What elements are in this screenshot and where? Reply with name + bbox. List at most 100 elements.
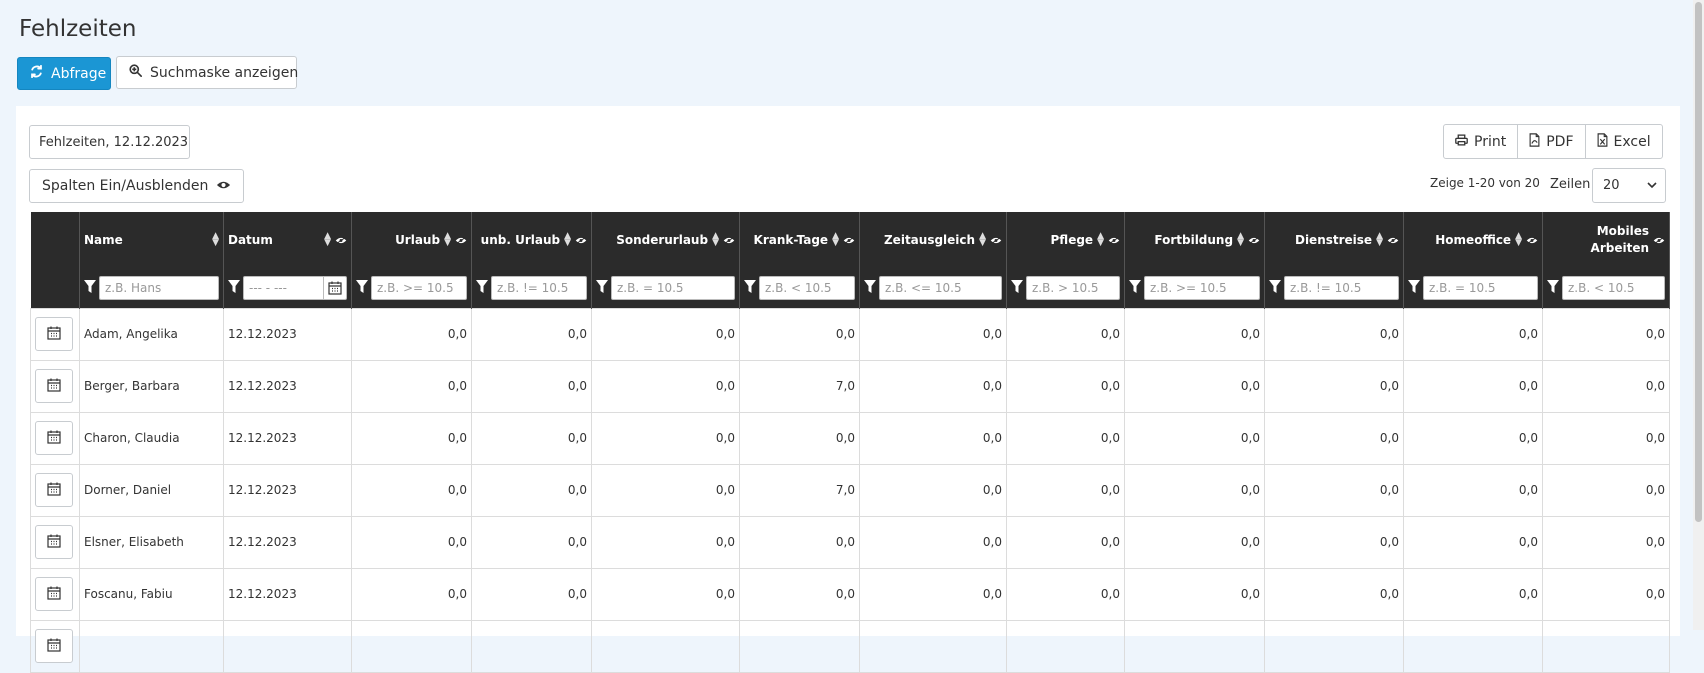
row-calendar-button[interactable] [35,525,73,559]
column-filter-input[interactable]: z.B. = 10.5 [611,275,735,300]
column-header[interactable]: Name ▲ ▼ [79,212,224,268]
column-filter-input[interactable]: z.B. > 10.5 [1026,275,1120,300]
column-header-label: Name [84,232,123,247]
value-cell: 0,0 [739,411,860,465]
value-cell: 0,0 [1542,515,1670,569]
column-header[interactable]: Fortbildung ▲ ▼ [1124,212,1265,268]
column-filter-input[interactable]: --- - --- [243,275,347,300]
column-filter-input[interactable]: z.B. != 10.5 [491,275,587,300]
column-header[interactable]: Dienstreise ▲ ▼ [1264,212,1404,268]
sort-icon[interactable]: ▲ ▼ [1237,232,1244,248]
column-filter-input[interactable]: z.B. >= 10.5 [371,275,467,300]
column-header-label: Urlaub [395,232,441,247]
column-filter: z.B. Hans [79,268,224,308]
date-cell: 12.12.2023 [223,307,352,361]
column-header[interactable]: Urlaub ▲ ▼ [351,212,472,268]
column-header[interactable]: Datum ▲ ▼ [223,212,352,268]
row-calendar-button[interactable] [35,473,73,507]
pdf-button[interactable]: PDF [1518,125,1586,158]
hide-column-eye-icon[interactable] [843,236,855,245]
report-title-field[interactable]: Fehlzeiten, 12.12.2023 [29,125,190,159]
row-calendar-button[interactable] [35,317,73,351]
column-filter-input[interactable]: z.B. <= 10.5 [879,275,1002,300]
column-header[interactable]: Pflege ▲ ▼ [1006,212,1125,268]
value-cell: 0,0 [1542,307,1670,361]
row-calendar-button[interactable] [35,629,73,663]
scrollbar-thumb[interactable] [1695,2,1702,522]
sort-icon[interactable]: ▲ ▼ [1097,232,1104,248]
column-header-label: Zeitausgleich [883,232,976,247]
show-search-mask-button[interactable]: Suchmaske anzeigen [116,56,299,89]
table-row: Foscanu, Fabiu 12.12.2023 0,0 0,0 0,0 0,0 0,0 0… [30,567,1670,621]
row-calendar-button[interactable] [35,577,73,611]
query-button[interactable]: Abfrage [17,57,111,90]
hide-column-eye-icon[interactable] [335,236,347,245]
row-calendar-button[interactable] [35,369,73,403]
hide-column-eye-icon[interactable] [1108,236,1120,245]
column-filter-input[interactable]: z.B. >= 10.5 [1144,275,1260,300]
column-filter: z.B. >= 10.5 [1124,268,1265,308]
sort-icon[interactable]: ▲ ▼ [212,232,219,248]
rows-per-page-value: 20 [1603,178,1620,193]
column-header[interactable]: Mobiles Arbeiten [1542,212,1670,268]
toggle-columns-button[interactable]: Spalten Ein/Ausblenden [29,169,244,203]
value-cell: 0,0 [1542,463,1670,517]
hide-column-eye-icon[interactable] [1248,236,1260,245]
show-search-mask-label: Suchmaske anzeigen [150,64,299,81]
column-filter-input[interactable]: z.B. = 10.5 [1423,275,1538,300]
value-cell: 0,0 [1542,359,1670,413]
rows-per-page-select[interactable]: 20 [1592,168,1666,203]
column-filter-input[interactable]: z.B. < 10.5 [759,275,855,300]
sort-icon[interactable]: ▲ ▼ [979,232,986,248]
value-cell: 7,0 [739,463,860,517]
value-cell [471,619,592,673]
hide-column-eye-icon[interactable] [1387,236,1399,245]
column-filter-placeholder: --- - --- [249,280,287,295]
calendar-icon [47,586,61,603]
print-button[interactable]: Print [1444,125,1519,158]
vertical-scrollbar[interactable] [1693,0,1704,630]
name-cell: Adam, Angelika [79,307,224,361]
column-header[interactable]: Sonderurlaub ▲ ▼ [591,212,740,268]
column-header-label: Fortbildung [1154,232,1234,247]
calendar-icon [47,638,61,655]
column-header[interactable]: Zeitausgleich ▲ ▼ [859,212,1007,268]
filter-icon [1011,279,1023,296]
sort-icon[interactable]: ▲ ▼ [1376,232,1383,248]
sort-icon[interactable]: ▲ ▼ [324,232,331,248]
hide-column-eye-icon[interactable] [723,236,735,245]
sort-icon[interactable]: ▲ ▼ [1515,232,1522,248]
row-calendar-button[interactable] [35,421,73,455]
column-header[interactable]: unb. Urlaub ▲ ▼ [471,212,592,268]
excel-button[interactable]: Excel [1586,125,1662,158]
sort-icon[interactable]: ▲ ▼ [712,232,719,248]
value-cell: 0,0 [1124,567,1265,621]
filter-icon [1408,279,1420,296]
column-filter-input[interactable]: z.B. < 10.5 [1562,275,1665,300]
sort-icon[interactable]: ▲ ▼ [564,232,571,248]
value-cell: 0,0 [1006,463,1125,517]
sort-icon[interactable]: ▲ ▼ [444,232,451,248]
column-header[interactable]: Krank-Tage ▲ ▼ [739,212,860,268]
value-cell: 0,0 [1264,359,1404,413]
column-filter-input[interactable]: z.B. Hans [99,275,219,300]
column-filter-placeholder: z.B. >= 10.5 [377,280,454,295]
value-cell [351,619,472,673]
sort-icon[interactable]: ▲ ▼ [832,232,839,248]
value-cell: 0,0 [859,411,1007,465]
hide-column-eye-icon[interactable] [575,236,587,245]
value-cell: 0,0 [471,463,592,517]
value-cell [1006,619,1125,673]
calendar-icon[interactable] [323,276,346,299]
row-action-cell [30,515,80,569]
hide-column-eye-icon[interactable] [1526,236,1538,245]
hide-column-eye-icon[interactable] [1653,236,1665,245]
column-filter: --- - --- [223,268,352,308]
hide-column-eye-icon[interactable] [455,236,467,245]
column-header[interactable]: Homeoffice ▲ ▼ [1403,212,1543,268]
hide-column-eye-icon[interactable] [990,236,1002,245]
column-filter-placeholder: z.B. Hans [105,280,162,295]
excel-file-icon [1597,132,1608,151]
value-cell: 0,0 [351,463,472,517]
column-filter-input[interactable]: z.B. != 10.5 [1284,275,1399,300]
